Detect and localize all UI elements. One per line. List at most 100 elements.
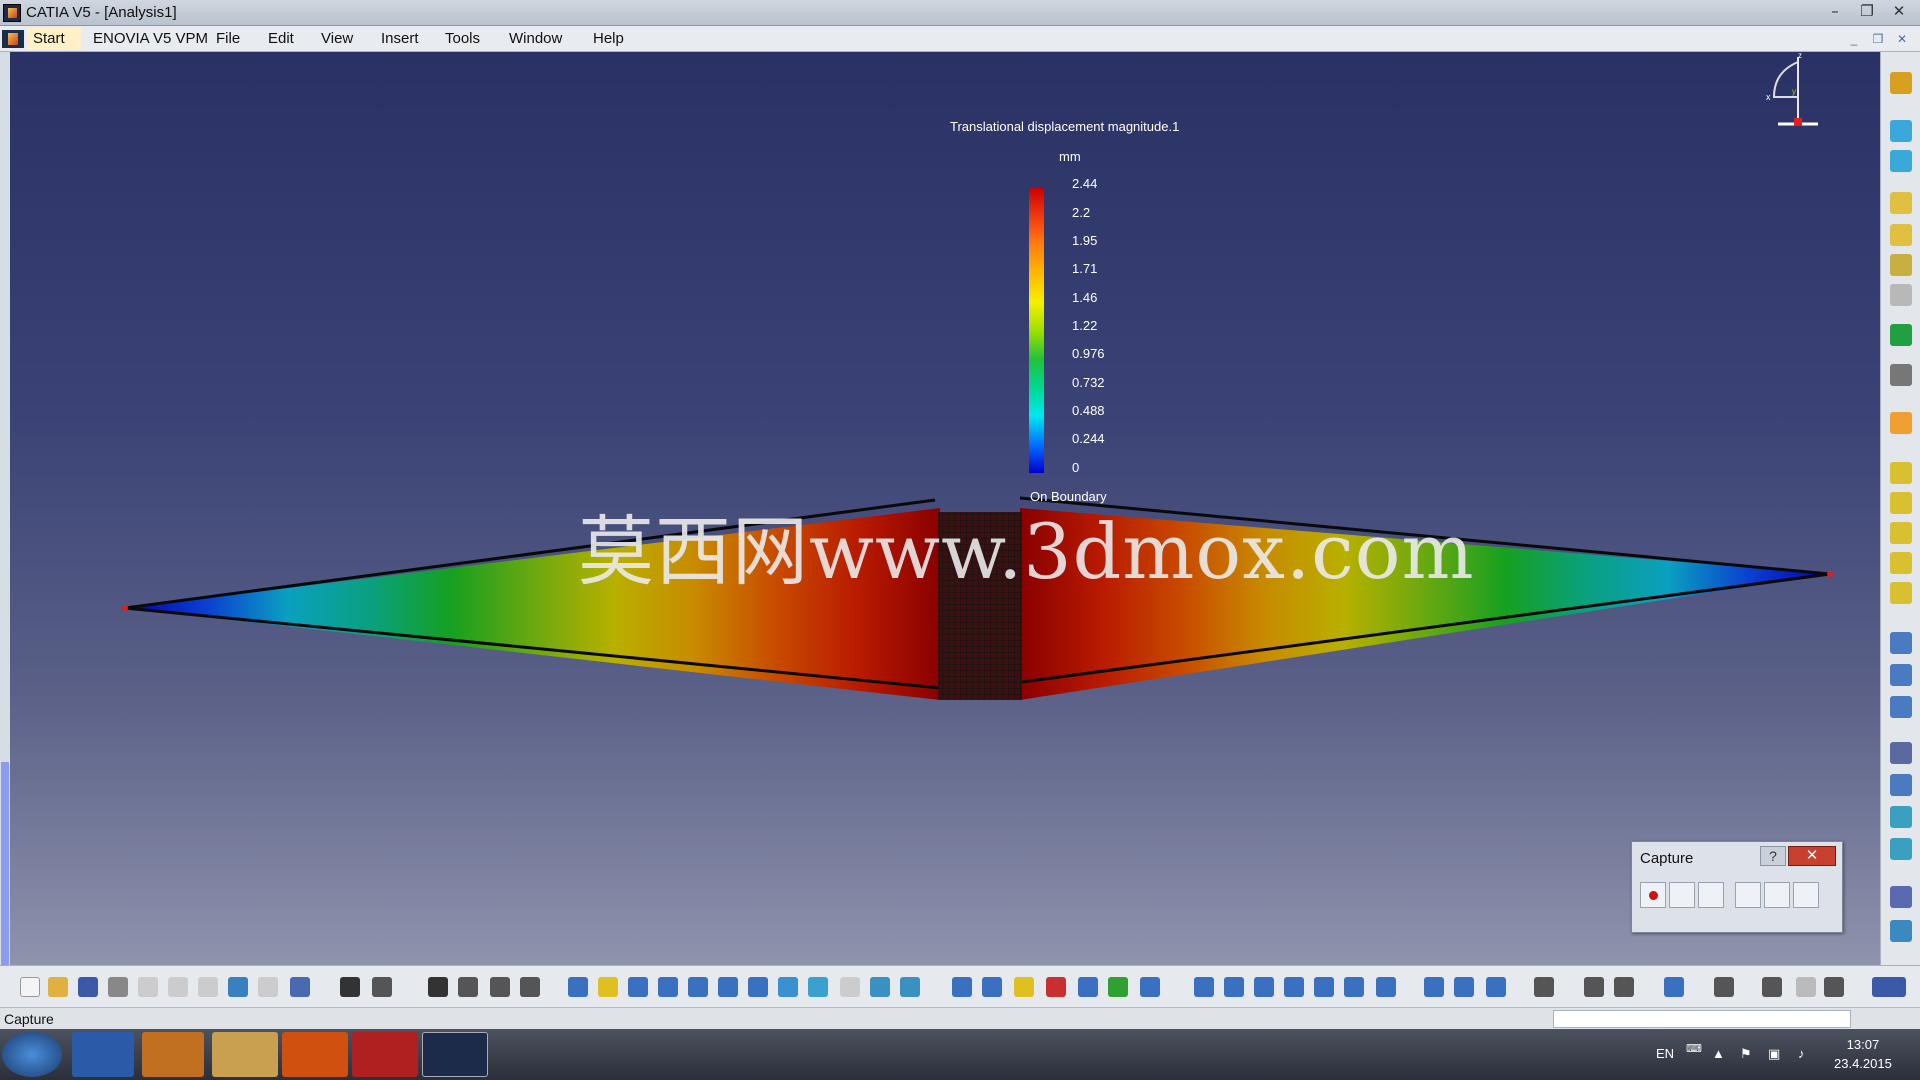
macro-icon[interactable] <box>1762 977 1782 997</box>
close-button[interactable]: ✕ <box>1884 2 1914 22</box>
flag-icon[interactable]: ⚑ <box>1740 1046 1752 1062</box>
undo-icon[interactable] <box>228 977 248 997</box>
principal-stress-icon[interactable] <box>1284 977 1304 997</box>
catalog-icon[interactable] <box>458 977 478 997</box>
copy-icon[interactable] <box>168 977 188 997</box>
report-generate-icon[interactable] <box>1344 977 1364 997</box>
print-image-icon[interactable] <box>1534 977 1554 997</box>
pointer-icon[interactable] <box>1890 412 1912 434</box>
mesh-icon[interactable] <box>1890 742 1912 764</box>
menu-tools[interactable]: Tools <box>445 30 480 47</box>
measure-icon[interactable] <box>490 977 510 997</box>
moment-icon[interactable] <box>1890 552 1912 574</box>
knowledge-icon[interactable] <box>372 977 392 997</box>
load-icon[interactable] <box>1890 462 1912 484</box>
doc-close-button[interactable]: ✕ <box>1892 30 1912 48</box>
image-album-icon[interactable] <box>1764 882 1790 908</box>
image-icon[interactable] <box>1890 838 1912 860</box>
pan-icon[interactable] <box>628 977 648 997</box>
normal-view-icon[interactable] <box>748 977 768 997</box>
3d-viewport[interactable]: 莫西网www.3dmox.com z x y <box>0 52 1880 965</box>
print-icon[interactable] <box>108 977 128 997</box>
clip-icon[interactable] <box>1078 977 1098 997</box>
help-button[interactable]: ? <box>1760 846 1786 866</box>
firefox-icon[interactable] <box>282 1032 348 1077</box>
compute-icon[interactable] <box>1890 806 1912 828</box>
record-icon[interactable] <box>1640 882 1666 908</box>
fit-all-icon[interactable] <box>598 977 618 997</box>
cut-icon[interactable] <box>138 977 158 997</box>
capture-settings-icon[interactable] <box>1793 882 1819 908</box>
restore-button[interactable]: ❐ <box>1852 2 1882 22</box>
tree-icon[interactable] <box>1614 977 1634 997</box>
layers-icon[interactable] <box>1890 254 1912 276</box>
menu-insert[interactable]: Insert <box>381 30 419 47</box>
align-icon[interactable] <box>520 977 540 997</box>
dimension-icon[interactable] <box>1584 977 1604 997</box>
menu-enovia[interactable]: ENOVIA V5 VPM <box>93 30 208 47</box>
formula-icon[interactable] <box>340 977 360 997</box>
curve-icon[interactable] <box>1454 977 1474 997</box>
document-icon[interactable] <box>2 30 24 48</box>
graph-icon[interactable] <box>1796 977 1816 997</box>
menu-view[interactable]: View <box>321 30 353 47</box>
menu-window[interactable]: Window <box>509 30 562 47</box>
keyboard-icon[interactable]: ⌨ <box>1686 1042 1702 1055</box>
start-orb-icon[interactable] <box>2 1032 62 1077</box>
shading-icon[interactable] <box>840 977 860 997</box>
autocad-icon[interactable] <box>352 1032 418 1077</box>
capture-close-button[interactable]: ✕ <box>1788 846 1836 866</box>
media-player-icon[interactable] <box>142 1032 204 1077</box>
internet-explorer-icon[interactable] <box>72 1032 134 1077</box>
gear-tool-icon[interactable] <box>1890 72 1912 94</box>
wireless-icon[interactable] <box>1890 920 1912 942</box>
vertical-scrollbar[interactable] <box>0 52 10 1002</box>
compass-icon[interactable]: z x y <box>1752 52 1832 142</box>
sensor-icon[interactable] <box>1890 632 1912 654</box>
album-icon[interactable] <box>1735 882 1761 908</box>
select-mode-icon[interactable] <box>1669 882 1695 908</box>
deformation-icon[interactable] <box>1194 977 1214 997</box>
language-indicator[interactable]: EN <box>1656 1046 1674 1061</box>
pin-icon[interactable] <box>1890 664 1912 686</box>
fly-mode-icon[interactable] <box>568 977 588 997</box>
chart-icon[interactable] <box>1486 977 1506 997</box>
doc-restore-button[interactable]: ❐ <box>1868 30 1888 48</box>
capture-dialog[interactable]: Capture ? ✕ <box>1631 841 1843 933</box>
property-icon[interactable] <box>1890 284 1912 306</box>
calculator-icon[interactable] <box>1714 977 1734 997</box>
cube-icon[interactable] <box>1890 192 1912 214</box>
pressure-icon[interactable] <box>1890 492 1912 514</box>
plate-icon[interactable] <box>1890 224 1912 246</box>
menu-help[interactable]: Help <box>593 30 624 47</box>
cut-plane-icon[interactable] <box>1376 977 1396 997</box>
list-icon[interactable] <box>1824 977 1844 997</box>
sphere-icon[interactable] <box>1890 364 1912 386</box>
clamp-icon[interactable] <box>1890 120 1912 142</box>
spring-icon[interactable] <box>1890 696 1912 718</box>
displacement-icon[interactable] <box>1254 977 1274 997</box>
new-icon[interactable] <box>20 977 40 997</box>
color-map-icon[interactable] <box>1108 977 1128 997</box>
color-scale-bar[interactable] <box>1029 188 1044 473</box>
swap-space-icon[interactable] <box>900 977 920 997</box>
volume-icon[interactable]: ♪ <box>1798 1046 1805 1061</box>
connection-icon[interactable] <box>1890 774 1912 796</box>
precision-icon[interactable] <box>1314 977 1334 997</box>
traffic-light-icon[interactable] <box>1890 324 1912 346</box>
tray-expand-icon[interactable]: ▲ <box>1712 1046 1725 1061</box>
zoom-out-icon[interactable] <box>718 977 738 997</box>
table-icon[interactable] <box>428 977 448 997</box>
zoom-in-icon[interactable] <box>688 977 708 997</box>
sensor-create-icon[interactable] <box>1424 977 1444 997</box>
power-input-field[interactable] <box>1553 1010 1851 1028</box>
open-icon[interactable] <box>48 977 68 997</box>
bulb-icon[interactable] <box>1014 977 1034 997</box>
hatch-icon[interactable] <box>1046 977 1066 997</box>
restraint-icon[interactable] <box>1890 150 1912 172</box>
menu-file[interactable]: File <box>216 30 240 47</box>
catia-app-icon[interactable] <box>3 4 21 22</box>
von-mises-icon[interactable] <box>1224 977 1244 997</box>
hide-show-icon[interactable] <box>870 977 890 997</box>
doc-minimize-button[interactable]: _ <box>1844 30 1864 48</box>
